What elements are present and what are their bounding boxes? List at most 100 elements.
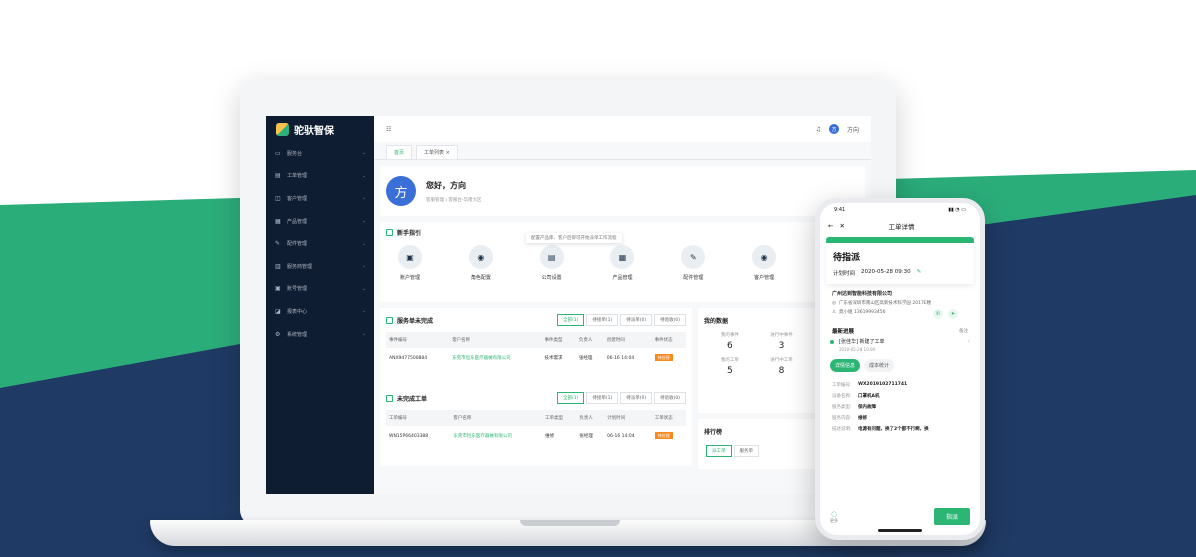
stat-item[interactable]: 进行中工单 8 [756,357,808,376]
detail-value: 电源有问题，换了2个都不行啊，换 [858,426,929,432]
filter-button[interactable]: 待接单(1) [586,314,619,326]
stat-item[interactable]: 进行中事件 3 [756,332,808,351]
sidebar-item[interactable]: ✎ 配件管理 ⌄ [266,232,374,255]
update-event[interactable]: [张佳华] 新建了工单 2020-05-28 10:00 › [830,338,970,352]
detail-key: 服务类型: [832,404,852,410]
update-title: 最新进展 [832,329,855,335]
guide-item[interactable]: ✎ 配件管理 [681,245,706,281]
guide-item[interactable]: ▤ 公司设置 [539,245,564,281]
person-icon: ♙ [832,309,837,315]
detail-value: WX2019102711741 [858,382,908,387]
rank-btn-workorder[interactable]: 派工单 [706,445,732,457]
table-cell[interactable]: 东莞市恒东医疗器械有限公司 [449,348,541,368]
user-gear-icon: ◉ [468,245,493,269]
sidebar-item[interactable]: ▣ 账号管理 ⌄ [266,278,374,301]
guide-title: 新手指引 [397,230,422,237]
filter-button[interactable]: 待验收(0) [654,314,686,326]
edit-icon[interactable]: ✎ [917,269,922,277]
sidebar-icon: ⚙ [275,330,281,338]
stat-label: 我的工单 [720,358,739,363]
phone-call-icon[interactable]: ✆ [933,309,943,319]
grid-icon: ▦ [610,245,635,269]
back-icon[interactable]: ← [828,222,833,230]
phone-time: 9:41 [834,207,846,213]
update-header: 最新进展 备注 [820,321,980,338]
sidebar-item[interactable]: ⚙ 系统管理 ⌄ [266,323,374,346]
guide-list: ▣账户管理◉角色配置▤公司设置▦产品管理✎配件管理◉客户管理▥服务台 [386,237,859,281]
sidebar-item[interactable]: ◪ 报表中心 ⌄ [266,300,374,323]
sidebar-item[interactable]: ▦ 产品管理 ⌄ [266,210,374,233]
table-cell: 张经理 [578,356,593,361]
stat-label: 进行中工单 [770,358,793,363]
detail-key: 设备名称: [832,393,852,399]
home-indicator [878,529,922,532]
filter-button[interactable]: 待派单(0) [620,392,653,404]
filter-button[interactable]: 待接单(1) [586,392,619,404]
contact: 莫小姐 13619993456 [839,310,886,315]
stat-item[interactable]: 我的事件 6 [704,332,756,351]
tab-detail[interactable]: 详情信息 [830,359,861,372]
menu-grid-icon[interactable]: ☷ [386,126,391,133]
detail-value: 维修 [858,415,867,421]
bell-icon[interactable]: ♫ [816,126,821,133]
sidebar-item-label: 账号管理 [287,286,308,293]
filter-button[interactable]: 全部(1) [557,314,585,326]
table-cell: 维修 [545,434,555,439]
table-row[interactable]: ANX9d77500884 东莞市恒东医疗器械有限公司 技术需求 张经理 06-16 1… [386,348,686,368]
guide-item[interactable]: ▣ 账户管理 [398,245,422,281]
data-title: 我的数据 [704,317,729,325]
sidebar-item[interactable]: ▤ 工单管理 ⌄ [266,165,374,188]
logo[interactable]: 驼驮智保 [266,116,374,142]
customer-icon: ◉ [752,245,777,269]
more-icon[interactable]: ◌ [831,510,837,518]
sidebar-item[interactable]: ▥ 服务商管理 ⌄ [266,255,374,278]
service-icon [386,316,393,324]
column-header: 事件类型 [541,332,576,348]
column-header: 创建时间 [603,332,652,348]
rank-btn-service[interactable]: 服务单 [733,445,759,457]
guide-item[interactable]: ◉ 客户管理 [752,245,777,281]
sidebar-icon: ◪ [275,307,281,315]
tab-home[interactable]: 首页 [386,145,413,159]
avatar[interactable]: 方 [828,124,839,134]
table-cell: 待处理 [652,426,686,446]
filter-button[interactable]: 全部(1) [557,392,585,404]
column-header: 客户名称 [449,332,542,348]
guide-item[interactable]: ◉ 角色配置 [468,245,493,281]
detail-row: 服务内容: 维修 [820,412,980,423]
sidebar-item-label: 配件管理 [287,241,308,248]
detail-row: 服务类型: 保内故障 [820,401,980,412]
stat-item[interactable]: 我的工单 5 [704,357,756,376]
dispatch-button[interactable]: 指派 [933,508,970,525]
chevron-down-icon: ⌄ [361,331,366,338]
phone-title: 工单详情 [888,223,915,231]
column-header: 事件状态 [651,332,686,348]
filter-button[interactable]: 待派单(0) [620,314,653,326]
phone-status-bar: 9:41 ▮▮ ◔ ▭ [820,203,980,217]
close-icon[interactable]: ✕ [839,222,844,230]
signal-icon: ▮▮ ◔ ▭ [948,207,966,213]
user-name[interactable]: 方向 [847,125,859,134]
service-title: 服务单未完成 [397,317,434,325]
tab-bar: 首页 工单列表 × [374,142,871,160]
navigate-icon[interactable]: ➤ [948,309,958,319]
plan-value: 2020-05-28 09:30 [861,269,911,275]
sidebar-item[interactable]: ▭ 服务台 ⌄ [266,142,374,165]
guide-item-label: 账户管理 [399,275,420,281]
guide-item[interactable]: ▦ 产品管理 [610,245,635,281]
chevron-down-icon: ⌄ [361,195,366,202]
tab-workorder-list[interactable]: 工单列表 × [416,145,458,159]
column-header: 工单状态 [651,410,686,426]
tab-cost[interactable]: 成本统计 [864,359,895,372]
table-cell: 技术需求 [544,356,563,361]
filter-button[interactable]: 待验收(0) [654,392,686,404]
phone-header: ← ✕ 工单详情 [820,217,980,235]
service-panel: 服务单未完成 全部(1) 待接单(1) 待派单(0) 待验收(0) 事件编号 客户名称事… [380,308,692,386]
table-cell[interactable]: 东莞市恒东医疗器械有限公司 [450,426,542,446]
main-area: ☷ ♫ 方 方向 首页 工单列表 × 方 您好，方向 客服管理 | 客服台-华南… [374,116,871,494]
plan-label: 计划时间 [833,271,856,277]
table-row[interactable]: WN15P66403388 东莞市恒东医疗器械有限公司 维修 张经理 06-16 14:… [386,426,686,446]
note-button[interactable]: 备注 [959,328,968,334]
sidebar-item[interactable]: ◫ 客户管理 ⌄ [266,187,374,210]
column-header: 客户名称 [450,410,543,426]
